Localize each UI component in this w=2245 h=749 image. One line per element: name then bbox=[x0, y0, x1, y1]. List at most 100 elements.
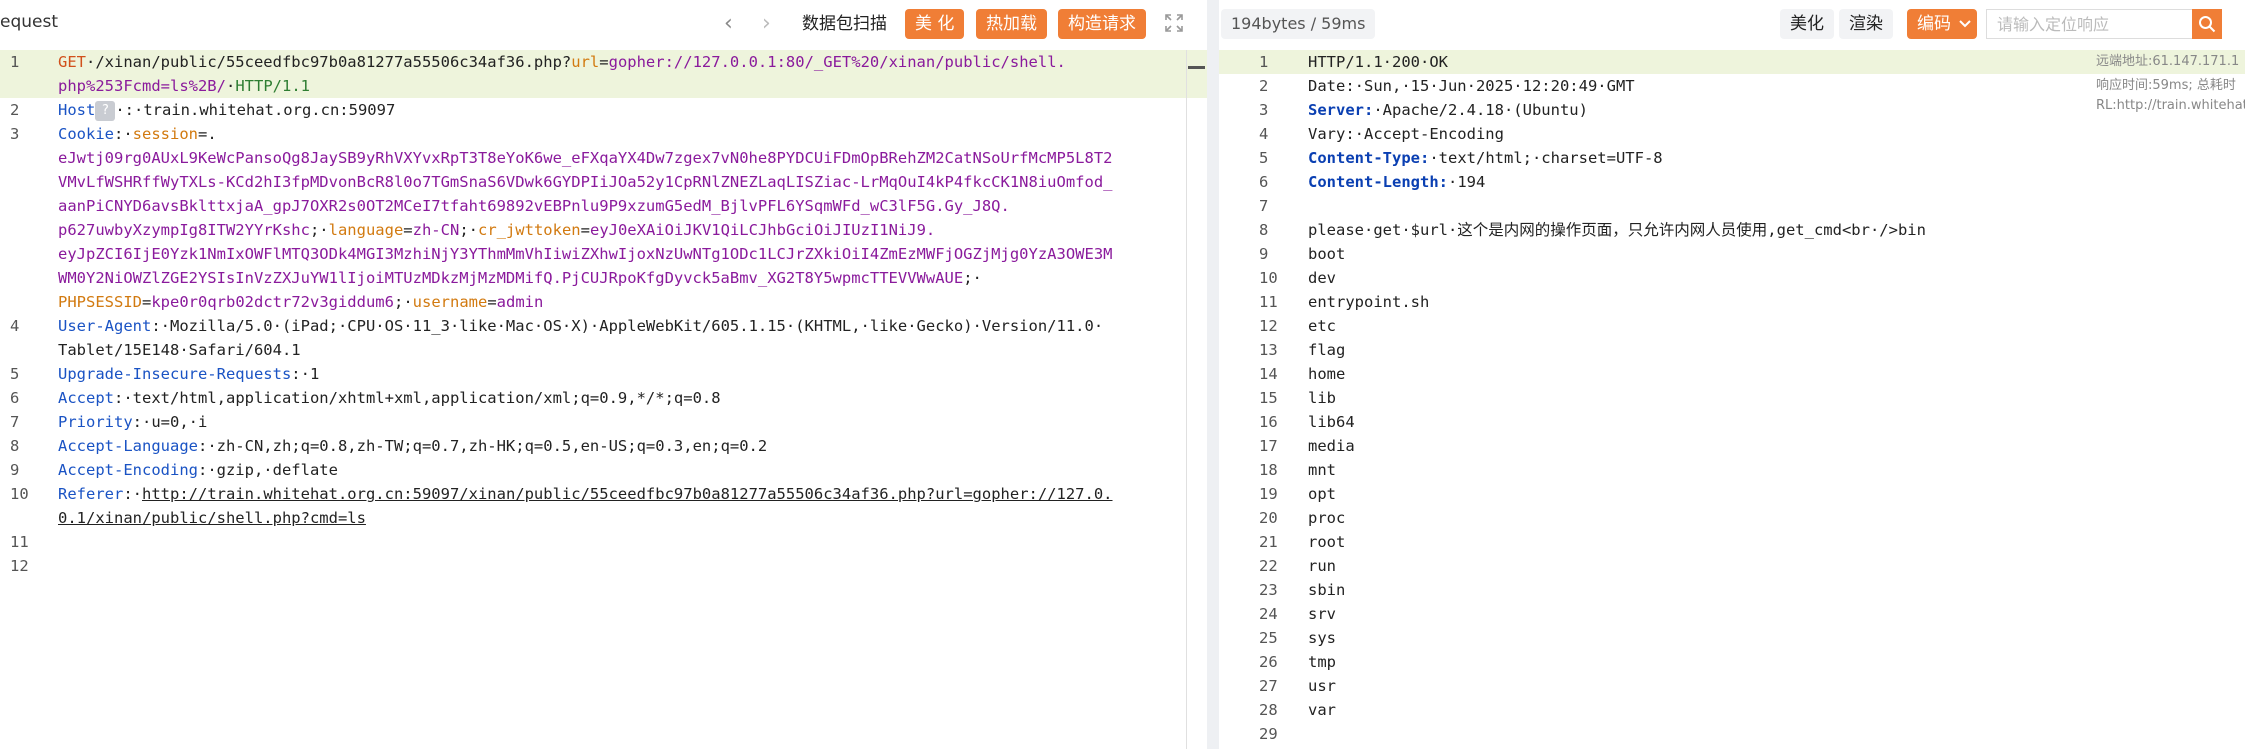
code-line: 25 sys bbox=[1219, 626, 2245, 650]
locate-search bbox=[1986, 9, 2222, 39]
code-token: sbin bbox=[1308, 581, 1346, 599]
line-number: 7 bbox=[1259, 197, 1269, 215]
line-number: 9 bbox=[10, 461, 20, 479]
code-token: ·:·train.whitehat.org.cn:59097 bbox=[115, 101, 396, 119]
code-line: VMvLfWSHRffWyTXLs-KCd2hI3fpMDvonBcR8l0o7… bbox=[0, 170, 1207, 194]
code-token: p627uwbyXzympIg8ITW2YYrKshc bbox=[58, 221, 310, 239]
response-beautify-button[interactable]: 美化 bbox=[1780, 9, 1834, 39]
request-panel-title: equest bbox=[0, 12, 59, 32]
line-content: Referer:·http://train.whitehat.org.cn:59… bbox=[58, 482, 1113, 506]
code-token: kpe0r0qrb02dctr72v3giddum6 bbox=[151, 293, 394, 311]
code-token: lib bbox=[1308, 389, 1336, 407]
code-token: Priority bbox=[58, 413, 133, 431]
line-number: 10 bbox=[10, 485, 29, 503]
code-line: 5 Upgrade-Insecure-Requests:·1 bbox=[0, 362, 1207, 386]
code-line: 27 usr bbox=[1219, 674, 2245, 698]
code-token: Cookie bbox=[58, 125, 114, 143]
line-number: 28 bbox=[1259, 701, 1278, 719]
code-line: WM0Y2NiOWZlZGE2YSIsInVzZXJuYW1lIjoiMTUzM… bbox=[0, 266, 1207, 290]
help-badge: ? bbox=[95, 100, 116, 121]
code-line: 10 Referer:·http://train.whitehat.org.cn:… bbox=[0, 482, 1207, 506]
code-line: 5 Content-Type:·text/html;·charset=UTF-8 bbox=[1219, 146, 2245, 170]
nav-next-icon[interactable]: › bbox=[762, 10, 771, 38]
code-line: 23 sbin bbox=[1219, 578, 2245, 602]
render-button[interactable]: 渲染 bbox=[1839, 9, 1893, 39]
line-number: 5 bbox=[10, 365, 20, 383]
line-content: flag bbox=[1308, 338, 1345, 362]
code-line: 28 var bbox=[1219, 698, 2245, 722]
code-line: 12 etc bbox=[1219, 314, 2245, 338]
code-line: 18 mnt bbox=[1219, 458, 2245, 482]
code-line: 26 tmp bbox=[1219, 650, 2245, 674]
code-token: HTTP/1.1·200·OK bbox=[1308, 53, 1448, 71]
beautify-button[interactable]: 美 化 bbox=[905, 9, 965, 39]
response-toolbar: 194bytes / 59ms 美化 渲染 编码 bbox=[1219, 0, 2245, 50]
line-content: dev bbox=[1308, 266, 1336, 290]
code-token: 0.1/xinan/public/shell.php?cmd=ls bbox=[58, 509, 366, 527]
scroll-marker[interactable] bbox=[1188, 66, 1205, 69]
expand-icon[interactable] bbox=[1164, 13, 1184, 33]
request-url-info: RL:http://train.whitehat bbox=[2096, 98, 2245, 113]
code-line: 1 HTTP/1.1·200·OK bbox=[1219, 50, 2245, 74]
code-token: home bbox=[1308, 365, 1346, 383]
code-token: Content-Type: bbox=[1308, 149, 1430, 167]
line-number: 13 bbox=[1259, 341, 1278, 359]
code-line: 2 Date:·Sun,·15·Jun·2025·12:20:49·GMT bbox=[1219, 74, 2245, 98]
code-token: ·194 bbox=[1447, 173, 1486, 191]
request-panel: equest ‹ › 数据包扫描 美 化 热加载 构造请求 1 GET·/xina… bbox=[0, 0, 1207, 749]
search-button[interactable] bbox=[2192, 9, 2222, 39]
response-panel: 194bytes / 59ms 美化 渲染 编码 1 HTTP/1.1·200·O… bbox=[1219, 0, 2245, 749]
construct-request-button[interactable]: 构造请求 bbox=[1058, 9, 1146, 39]
line-content: var bbox=[1308, 698, 1336, 722]
line-number: 16 bbox=[1259, 413, 1278, 431]
code-line: php%253Fcmd=ls%2B/·HTTP/1.1 bbox=[0, 74, 1207, 98]
line-content: usr bbox=[1308, 674, 1336, 698]
line-content: entrypoint.sh bbox=[1308, 290, 1429, 314]
line-content: Tablet/15E148·Safari/604.1 bbox=[58, 338, 301, 362]
code-token: php%253Fcmd=ls%2B/ bbox=[58, 77, 226, 95]
line-number: 14 bbox=[1259, 365, 1278, 383]
code-token: GET bbox=[58, 53, 86, 71]
line-number: 4 bbox=[1259, 125, 1269, 143]
packet-scan-button[interactable]: 数据包扫描 bbox=[792, 9, 897, 39]
locate-search-input[interactable] bbox=[1987, 10, 2207, 38]
request-editor[interactable]: 1 GET·/xinan/public/55ceedfbc97b0a81277a5… bbox=[0, 50, 1207, 749]
code-line: 9 boot bbox=[1219, 242, 2245, 266]
code-token: eyJpZCI6IjE0Yzk1NmIxOWFlMTQ3ODk4MGI3Mzhi… bbox=[58, 245, 1113, 263]
code-token: admin bbox=[496, 293, 544, 311]
code-token: http://train.whitehat.org.cn:59097/xinan… bbox=[142, 485, 1113, 503]
line-number: 18 bbox=[1259, 461, 1278, 479]
code-line: 6 Content-Length:·194 bbox=[1219, 170, 2245, 194]
line-number: 20 bbox=[1259, 509, 1278, 527]
code-token: language bbox=[328, 221, 404, 239]
code-token: ·/xinan/public/55ceedfbc97b0a81277a55506… bbox=[86, 53, 572, 71]
line-content: proc bbox=[1308, 506, 1345, 530]
line-content: tmp bbox=[1308, 650, 1336, 674]
code-line: 7 Priority:·u=0,·i bbox=[0, 410, 1207, 434]
code-token: :·text/html,application/xhtml+xml,applic… bbox=[114, 389, 721, 407]
line-number: 15 bbox=[1259, 389, 1278, 407]
hot-load-button[interactable]: 热加载 bbox=[976, 9, 1047, 39]
code-token: sys bbox=[1308, 629, 1336, 647]
code-token: PHPSESSID bbox=[58, 293, 142, 311]
code-token: cr_jwttoken bbox=[477, 221, 581, 239]
line-number: 8 bbox=[10, 437, 20, 455]
code-token: session bbox=[132, 125, 198, 143]
encode-dropdown[interactable]: 编码 bbox=[1907, 9, 1977, 39]
line-content: lib bbox=[1308, 386, 1336, 410]
line-content: WM0Y2NiOWZlZGE2YSIsInVzZXJuYW1lIjoiMTUzM… bbox=[58, 266, 982, 290]
nav-prev-icon[interactable]: ‹ bbox=[724, 10, 733, 38]
code-token: srv bbox=[1308, 605, 1336, 623]
remote-address-info: 远端地址:61.147.171.1 bbox=[2096, 54, 2240, 69]
response-viewer[interactable]: 1 HTTP/1.1·200·OK 2 Date:·Sun,·15·Jun·2025·… bbox=[1219, 50, 2245, 749]
code-line: p627uwbyXzympIg8ITW2YYrKshc;·language=zh… bbox=[0, 218, 1207, 242]
code-token: WM0Y2NiOWZlZGE2YSIsInVzZXJuYW1lIjoiMTUzM… bbox=[58, 269, 964, 287]
line-number: 17 bbox=[1259, 437, 1278, 455]
code-token: :· bbox=[114, 125, 133, 143]
line-content: Upgrade-Insecure-Requests:·1 bbox=[58, 362, 319, 386]
code-token: Upgrade-Insecure-Requests bbox=[58, 365, 292, 383]
line-number: 5 bbox=[1259, 149, 1269, 167]
code-line: 10 dev bbox=[1219, 266, 2245, 290]
line-content: srv bbox=[1308, 602, 1336, 626]
code-line: 4 Vary:·Accept-Encoding bbox=[1219, 122, 2245, 146]
